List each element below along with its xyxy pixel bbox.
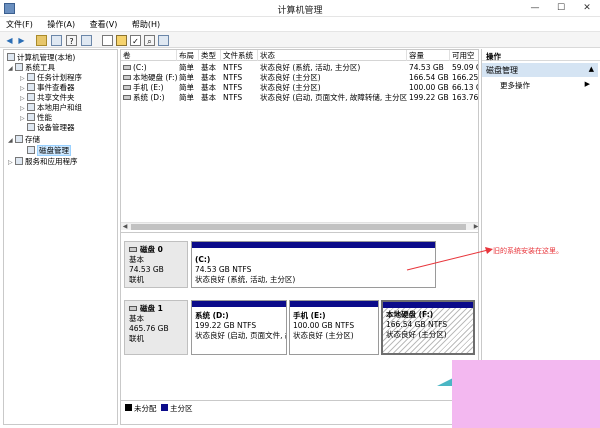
table-row[interactable]: (C:) 简单 基本 NTFS 状态良好 (系统, 活动, 主分区) 74.53… bbox=[121, 63, 478, 73]
back-icon[interactable]: ◀ bbox=[4, 35, 15, 46]
volume-icon bbox=[123, 75, 131, 80]
tree-item-local-users[interactable]: ▷ 本地用户和组 bbox=[20, 103, 82, 113]
table-row[interactable]: 本地硬盘 (F:) 简单 基本 NTFS 状态良好 (主分区) 166.54 G… bbox=[121, 73, 478, 83]
tree-item-event-viewer[interactable]: ▷ 事件查看器 bbox=[20, 83, 75, 93]
storage-icon bbox=[15, 135, 23, 143]
tree-item-system-tools[interactable]: ◢ 系统工具 bbox=[8, 63, 55, 73]
properties-icon[interactable] bbox=[102, 35, 113, 46]
disk-1-info[interactable]: 磁盘 1 基本 465.76 GB 联机 bbox=[124, 300, 188, 355]
decorative-pink-block bbox=[452, 360, 600, 428]
primary-partition-bar bbox=[192, 301, 286, 307]
search-icon[interactable]: ⌕ bbox=[144, 35, 155, 46]
table-row[interactable]: 手机 (E:) 简单 基本 NTFS 状态良好 (主分区) 100.00 GB … bbox=[121, 83, 478, 93]
volume-icon bbox=[123, 95, 131, 100]
primary-partition-bar bbox=[290, 301, 378, 307]
forward-icon[interactable]: ▶ bbox=[16, 35, 27, 46]
services-icon bbox=[15, 157, 23, 165]
more-actions[interactable]: 更多操作 bbox=[500, 80, 530, 91]
close-button[interactable]: ✕ bbox=[574, 0, 600, 17]
device-manager-icon bbox=[27, 123, 35, 131]
tools-icon bbox=[15, 63, 23, 71]
tree-item-root[interactable]: 计算机管理(本地) bbox=[7, 53, 75, 63]
partition-f[interactable]: 本地硬盘 (F:) 166.54 GB NTFS 状态良好 (主分区) bbox=[381, 300, 475, 355]
partition-legend: 未分配 主分区 bbox=[121, 400, 478, 413]
event-viewer-icon bbox=[27, 83, 35, 91]
column-type[interactable]: 类型 bbox=[199, 50, 221, 61]
computer-icon bbox=[7, 53, 15, 61]
annotation-text: 旧的系统安装在这里。 bbox=[493, 247, 563, 255]
partition-c[interactable]: (C:) 74.53 GB NTFS 状态良好 (系统, 活动, 主分区) bbox=[191, 241, 436, 288]
tree-item-shared-folders[interactable]: ▷ 共享文件夹 bbox=[20, 93, 75, 103]
disk-management-icon bbox=[27, 146, 35, 154]
column-status[interactable]: 状态 bbox=[258, 50, 407, 61]
open-icon[interactable] bbox=[116, 35, 127, 46]
scroll-left-icon[interactable]: ◀ bbox=[121, 223, 129, 231]
expand-icon[interactable]: ▷ bbox=[20, 114, 27, 124]
volume-icon bbox=[123, 85, 131, 90]
column-capacity[interactable]: 容量 bbox=[407, 50, 450, 61]
view-icon[interactable] bbox=[158, 35, 169, 46]
actions-group-disk-management[interactable]: 磁盘管理 ▲ bbox=[482, 63, 598, 77]
console-tree: 计算机管理(本地) ◢ 系统工具 ▷ 任务计划程序 ▷ 事件查看器 ▷ 共享文件夹 ▷ 本… bbox=[3, 49, 118, 425]
unallocated-swatch bbox=[125, 404, 132, 411]
tree-item-storage[interactable]: ◢ 存储 bbox=[8, 135, 40, 145]
volume-table-header: 卷 布局 类型 文件系统 状态 容量 可用空 bbox=[121, 50, 478, 61]
menu-file[interactable]: 文件(F) bbox=[0, 17, 39, 30]
title-bar: 计算机管理 — ☐ ✕ bbox=[0, 0, 600, 17]
submenu-arrow-icon[interactable]: ▶ bbox=[585, 80, 590, 88]
primary-partition-bar bbox=[192, 242, 435, 248]
users-icon bbox=[27, 103, 35, 111]
folder-up-icon[interactable] bbox=[36, 35, 47, 46]
column-filesystem[interactable]: 文件系统 bbox=[221, 50, 258, 61]
window-title: 计算机管理 bbox=[277, 6, 323, 16]
primary-swatch bbox=[161, 404, 168, 411]
help-icon[interactable]: ? bbox=[66, 35, 77, 46]
toolbar: ◀ ▶ ? ✓ ⌕ bbox=[0, 31, 600, 48]
scroll-thumb[interactable] bbox=[131, 224, 466, 230]
disk-icon bbox=[129, 306, 137, 311]
partition-d[interactable]: 系统 (D:) 199.22 GB NTFS 状态良好 (启动, 页面文件, 故 bbox=[191, 300, 287, 355]
column-volume[interactable]: 卷 bbox=[121, 50, 177, 61]
scroll-right-icon[interactable]: ▶ bbox=[472, 223, 478, 231]
table-row[interactable]: 系统 (D:) 简单 基本 NTFS 状态良好 (启动, 页面文件, 故障转储,… bbox=[121, 93, 478, 103]
tree-item-task-scheduler[interactable]: ▷ 任务计划程序 bbox=[20, 73, 82, 83]
tree-item-disk-management[interactable]: 磁盘管理 bbox=[27, 145, 71, 156]
partition-e[interactable]: 手机 (E:) 100.00 GB NTFS 状态良好 (主分区) bbox=[289, 300, 379, 355]
shared-folder-icon bbox=[27, 93, 35, 101]
expand-icon[interactable]: ▷ bbox=[8, 158, 15, 168]
disk-0-info[interactable]: 磁盘 0 基本 74.53 GB 联机 bbox=[124, 241, 188, 288]
column-layout[interactable]: 布局 bbox=[177, 50, 199, 61]
collapse-icon[interactable]: ◢ bbox=[8, 136, 15, 146]
minimize-button[interactable]: — bbox=[522, 0, 548, 17]
maximize-button[interactable]: ☐ bbox=[548, 0, 574, 17]
menu-view[interactable]: 查看(V) bbox=[84, 17, 124, 30]
column-free-space[interactable]: 可用空 bbox=[450, 50, 478, 61]
tree-item-device-manager[interactable]: 设备管理器 bbox=[27, 123, 75, 133]
collapse-icon[interactable]: ◢ bbox=[8, 64, 15, 74]
show-hide-icon[interactable] bbox=[81, 35, 92, 46]
volume-icon bbox=[123, 65, 131, 70]
disk-icon bbox=[129, 247, 137, 252]
console-tree-icon[interactable] bbox=[51, 35, 62, 46]
collapse-icon[interactable]: ▲ bbox=[589, 65, 594, 73]
clock-icon bbox=[27, 73, 35, 81]
annotation-arrow bbox=[406, 247, 493, 271]
menu-action[interactable]: 操作(A) bbox=[41, 17, 81, 30]
performance-icon bbox=[27, 113, 35, 121]
tree-item-services-apps[interactable]: ▷ 服务和应用程序 bbox=[8, 157, 78, 167]
decorative-teal-shape bbox=[437, 378, 453, 386]
primary-partition-bar bbox=[383, 302, 473, 308]
menu-help[interactable]: 帮助(H) bbox=[126, 17, 166, 30]
tree-item-performance[interactable]: ▷ 性能 bbox=[20, 113, 52, 123]
legend-unallocated: 未分配 bbox=[134, 404, 157, 413]
menu-bar: 文件(F) 操作(A) 查看(V) 帮助(H) bbox=[0, 17, 600, 31]
check-icon[interactable]: ✓ bbox=[130, 35, 141, 46]
actions-header: 操作 bbox=[482, 49, 600, 61]
disk-management-pane: 卷 布局 类型 文件系统 状态 容量 可用空 (C:) 简单 基本 NTFS 状… bbox=[120, 49, 479, 425]
legend-primary: 主分区 bbox=[170, 404, 193, 413]
horizontal-scrollbar[interactable]: ◀ ▶ bbox=[121, 222, 478, 231]
